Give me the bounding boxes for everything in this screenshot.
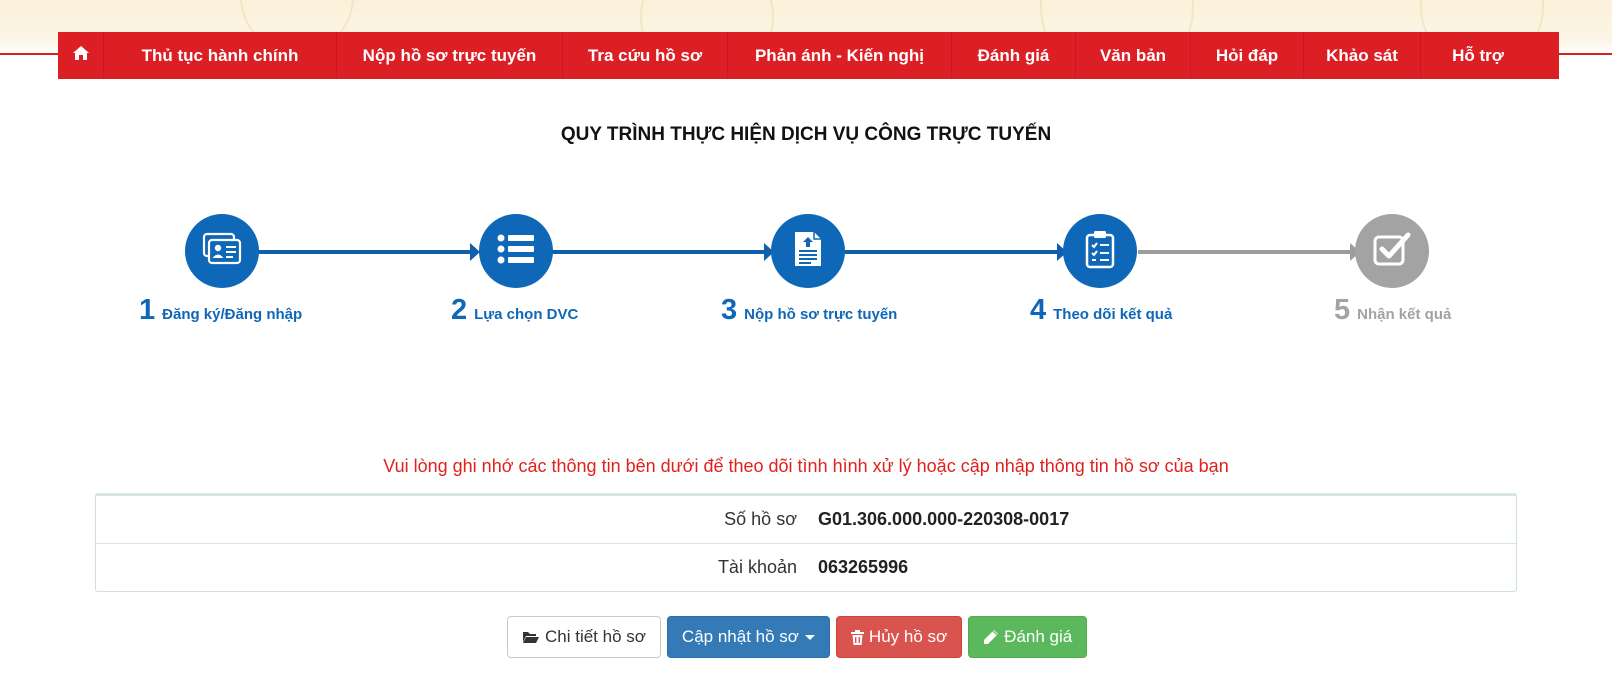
step-1-label: 1 Đăng ký/Đăng nhập <box>139 295 302 325</box>
check-square-icon <box>1372 231 1412 272</box>
trash-icon <box>850 629 864 645</box>
clipboard-checklist-icon <box>1084 229 1116 274</box>
action-buttons: Chi tiết hồ sơ Cập nhật hồ sơ Hủy hồ sơ … <box>507 616 1088 658</box>
step-2-label: 2 Lựa chọn DVC <box>451 295 578 325</box>
pencil-icon <box>983 629 999 645</box>
step-connector-3 <box>845 250 1057 254</box>
caret-down-icon <box>804 634 815 640</box>
process-steps: 1 Đăng ký/Đăng nhập 2 Lựa chọn DVC 3 Nộp… <box>0 0 1612 340</box>
update-record-dropdown-button[interactable]: Cập nhật hồ sơ <box>666 616 830 658</box>
list-icon <box>496 232 536 271</box>
rate-button[interactable]: Đánh giá <box>968 616 1088 658</box>
step-3-circle <box>771 214 845 288</box>
step-text: Nộp hồ sơ trực tuyến <box>744 306 898 323</box>
step-number: 5 <box>1334 294 1351 326</box>
record-info-table: Số hồ sơ G01.306.000.000-220308-0017 Tài… <box>95 493 1517 592</box>
notice-message: Vui lòng ghi nhớ các thông tin bên dưới … <box>383 456 1229 476</box>
step-5-label: 5 Nhận kết quả <box>1334 295 1451 325</box>
step-text: Theo dõi kết quả <box>1053 306 1173 323</box>
table-row: Tài khoản 063265996 <box>96 543 1516 591</box>
record-number-value: G01.306.000.000-220308-0017 <box>818 509 1070 529</box>
step-number: 4 <box>1030 294 1047 326</box>
step-4-circle <box>1063 214 1137 288</box>
step-text: Lựa chọn DVC <box>474 306 579 323</box>
folder-open-icon <box>522 630 540 644</box>
step-4-label: 4 Theo dõi kết quả <box>1030 295 1172 325</box>
account-value: 063265996 <box>818 557 909 577</box>
record-number-label: Số hồ sơ <box>724 509 797 529</box>
step-connector-2 <box>552 250 764 254</box>
step-2-circle <box>479 214 553 288</box>
step-5-circle <box>1355 214 1429 288</box>
step-1-circle <box>185 214 259 288</box>
document-upload-icon <box>792 229 824 274</box>
step-connector-4 <box>1138 250 1350 254</box>
account-label: Tài khoản <box>717 557 797 577</box>
record-detail-button[interactable]: Chi tiết hồ sơ <box>507 616 661 658</box>
step-number: 2 <box>451 294 468 326</box>
cancel-record-button[interactable]: Hủy hồ sơ <box>835 616 963 658</box>
step-connector-1 <box>258 250 470 254</box>
step-text: Đăng ký/Đăng nhập <box>162 306 303 323</box>
step-number: 1 <box>139 294 156 326</box>
table-row: Số hồ sơ G01.306.000.000-220308-0017 <box>96 496 1516 543</box>
step-number: 3 <box>721 294 738 326</box>
step-3-label: 3 Nộp hồ sơ trực tuyến <box>721 295 897 325</box>
step-text: Nhận kết quả <box>1357 306 1452 323</box>
id-card-icon <box>202 232 242 271</box>
